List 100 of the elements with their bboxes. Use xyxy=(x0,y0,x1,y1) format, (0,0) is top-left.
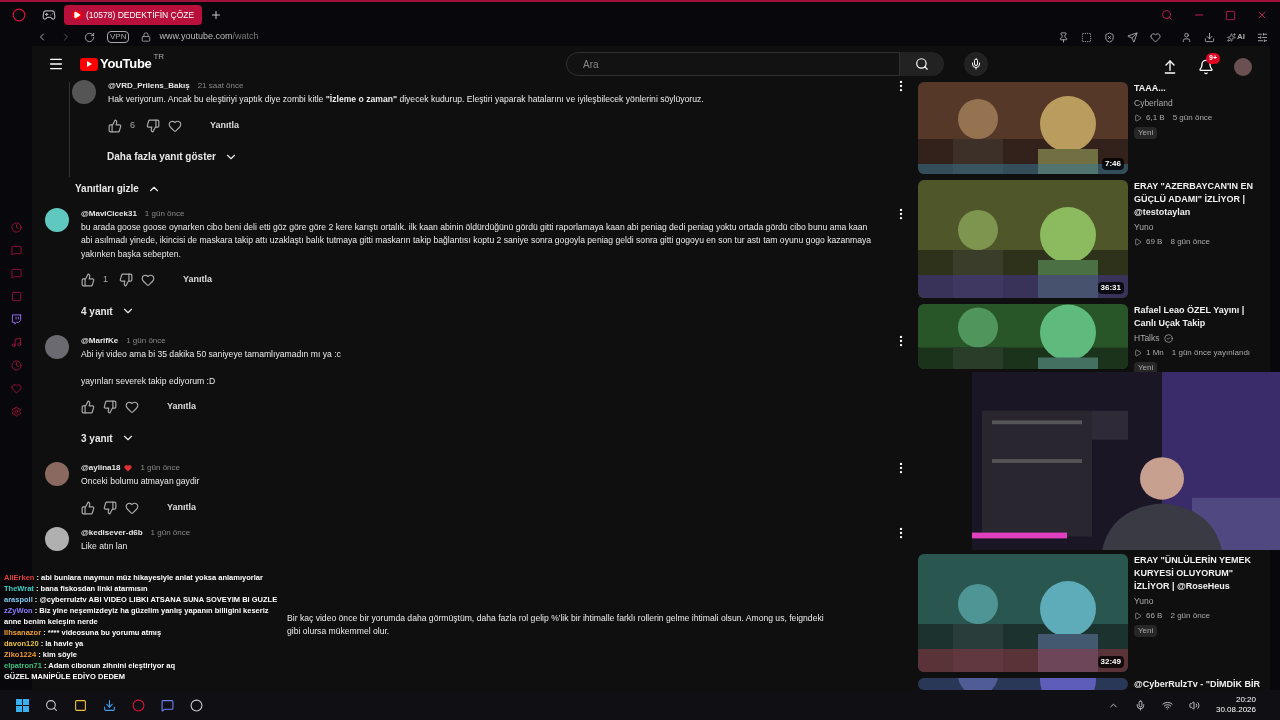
mic-icon[interactable] xyxy=(1134,699,1146,711)
play-logo-icon xyxy=(80,57,98,71)
avatar[interactable] xyxy=(45,526,69,551)
twitch-icon[interactable] xyxy=(10,314,22,325)
upload-age: 5 gün önce xyxy=(1172,111,1213,124)
browser-tab[interactable]: (10578) DEDEKTİFİN ÇÖZE xyxy=(64,5,203,25)
dislike-icon[interactable] xyxy=(103,500,117,515)
heart-icon[interactable] xyxy=(125,500,139,515)
channel-name[interactable]: Yuno xyxy=(1134,221,1266,234)
comment-author[interactable]: @MarifKe xyxy=(81,335,119,347)
reply-button[interactable]: Yanıtla xyxy=(210,118,239,133)
dislike-icon[interactable] xyxy=(146,118,160,133)
logo-text: YouTube xyxy=(100,55,152,74)
channel-name[interactable]: HTalks xyxy=(1134,332,1266,345)
video-title[interactable]: Rafael Leao ÖZEL Yayını | Canlı Uçak Takip xyxy=(1134,304,1266,330)
send-icon[interactable] xyxy=(1127,31,1138,43)
wifi-icon[interactable] xyxy=(1161,699,1173,711)
heart-icon[interactable] xyxy=(1150,31,1161,43)
download-icon[interactable] xyxy=(1204,31,1215,43)
replies-toggle[interactable]: 4 yanıt xyxy=(81,299,135,323)
comment-author[interactable]: @VRD_Prilens_Bakış xyxy=(108,80,190,92)
channel-name[interactable]: Cyberland xyxy=(1134,97,1213,110)
volume-icon[interactable] xyxy=(1188,699,1200,711)
upload-age: 2 gün önce xyxy=(1170,609,1211,622)
video-title[interactable]: ERAY "AZERBAYCAN'IN EN GÜÇLÜ ADAMI" İZLİYOR | @testotaylan xyxy=(1134,180,1266,219)
like-count: 1 xyxy=(103,273,109,287)
browser-icon[interactable] xyxy=(132,698,145,712)
gamepad-icon[interactable] xyxy=(42,8,56,22)
heart-icon[interactable] xyxy=(125,400,139,414)
new-badge: Yeni xyxy=(1134,361,1158,374)
comment-time: 1 gün önce xyxy=(126,335,166,347)
file-explorer-icon[interactable] xyxy=(74,698,87,712)
store-icon[interactable] xyxy=(103,698,116,712)
comment-author[interactable]: @kedisever-d6b xyxy=(81,526,143,539)
discord-icon[interactable] xyxy=(161,698,174,712)
youtube-icon xyxy=(72,11,82,19)
comment-text: Onceki bolumu atmayan gaydir xyxy=(81,475,201,488)
dislike-icon[interactable] xyxy=(103,400,117,414)
address-bar[interactable]: www.youtube.com/watch xyxy=(159,30,259,44)
reply-button[interactable]: Yanıtla xyxy=(167,500,196,515)
upload-age: 8 gün önce xyxy=(1170,235,1211,248)
sparkle-icon xyxy=(1227,32,1236,42)
video-title[interactable]: ERAY "ÜNLÜLERİN YEMEK KURYESİ OLUYORUM" İZLİYOR | @RoseHeus xyxy=(1134,553,1266,593)
obs-icon[interactable] xyxy=(190,698,203,712)
pin-icon[interactable] xyxy=(1058,31,1069,43)
dislike-icon[interactable] xyxy=(119,273,133,287)
heart-icon[interactable] xyxy=(141,273,155,287)
comment-text: bu arada goose goose oynarken cibo beni deli etti göz göre göre 2 kere karıştı ortalık. ilk kaan abinin öldürdüğünü gördü gitti raporlamaya kaan abi peniag dedi peniag yoktu ortada gördü cibo bunu ama kaan abi asılmadı yinede, ikincisi de maskara takip attı uzaklaştı balık tutmaya gitti maskarın takip bağlantısı koptu 2 saniye sonra gogoyla peniag geldi sonra gitti gogoyu en son tur astı tam oyunu gogo kazanmaya yakınken başka sebepten. xyxy=(81,220,873,261)
search-button[interactable] xyxy=(900,52,944,76)
reply-button[interactable]: Yanıtla xyxy=(167,400,196,414)
comment-time: 1 gün önce xyxy=(140,462,180,474)
upload-age: 1 gün önce yayınlandı xyxy=(1171,346,1251,359)
close-icon[interactable] xyxy=(1256,9,1268,21)
clock-time: 20:20 xyxy=(1235,695,1256,705)
upload-icon[interactable] xyxy=(1162,59,1178,75)
avatar[interactable] xyxy=(45,207,69,232)
replies-toggle[interactable]: Yanıtları gizle xyxy=(75,176,161,201)
country-code: TR xyxy=(153,51,165,64)
channel-name[interactable]: Yuno xyxy=(1134,594,1266,608)
new-tab-icon[interactable] xyxy=(210,9,223,21)
duration-badge: 36:31 xyxy=(1097,282,1124,294)
reload-icon[interactable] xyxy=(84,31,95,43)
avatar[interactable] xyxy=(45,462,69,486)
search-icon[interactable] xyxy=(45,698,58,712)
heart-icon[interactable] xyxy=(168,118,182,133)
replies-toggle[interactable]: 3 yanıt xyxy=(81,426,135,450)
shield-icon[interactable] xyxy=(1104,31,1115,43)
notification-icon[interactable] xyxy=(1198,59,1214,75)
comment-text: Abi iyi video ama bi 35 dakika 50 saniyeye tamamlıyamadın mı ya :c xyxy=(81,348,342,361)
comment-author[interactable]: @aylina18 xyxy=(81,462,121,474)
start-icon[interactable] xyxy=(16,698,29,712)
menu-icon[interactable] xyxy=(48,56,64,72)
comment-time: 1 gün önce xyxy=(144,207,185,220)
vpn-badge[interactable]: VPN xyxy=(107,31,130,43)
like-icon[interactable] xyxy=(81,400,95,414)
like-count: 6 xyxy=(130,118,136,132)
reply-button[interactable]: Yanıtla xyxy=(183,273,212,287)
like-icon[interactable] xyxy=(108,118,122,133)
easy-setup-icon[interactable] xyxy=(1257,31,1268,43)
snapshot-icon[interactable] xyxy=(1081,31,1092,43)
comment-text: Hak veriyorum. Ancak bu eleştiriyi yaptık diye zombi kitle "İzleme o zaman" diyecek kudurup. Eleştiri yaparak hatalarını ve iyileşbilecek yönlerini söylüyoruz. xyxy=(108,93,705,106)
comment-author[interactable]: @MaviCicek31 xyxy=(81,207,137,220)
lock-icon[interactable] xyxy=(141,32,152,42)
comment-text: Like atın lan xyxy=(81,539,129,553)
ai-button[interactable]: AI xyxy=(1227,31,1245,43)
comment-text: yayınları severek takip ediyorum :D xyxy=(81,374,217,388)
search-field[interactable]: Ara xyxy=(566,52,900,76)
comment-time: 1 gün önce xyxy=(150,526,191,539)
video-title[interactable]: @CyberRulzTv - "DİMDİK BİR xyxy=(1134,677,1261,691)
video-title[interactable]: TAAA... xyxy=(1134,82,1213,95)
browser-logo-icon[interactable] xyxy=(12,8,26,22)
voice-search-button[interactable] xyxy=(964,52,988,76)
view-count: 66 B xyxy=(1146,609,1163,622)
profile-icon[interactable] xyxy=(1181,31,1192,43)
search-icon xyxy=(915,57,929,71)
view-count: 69 B xyxy=(1146,235,1163,248)
like-icon[interactable] xyxy=(81,273,95,287)
replies-toggle[interactable]: Daha fazla yanıt göster xyxy=(107,144,238,169)
like-icon[interactable] xyxy=(81,500,95,515)
play-icon xyxy=(1134,113,1142,122)
